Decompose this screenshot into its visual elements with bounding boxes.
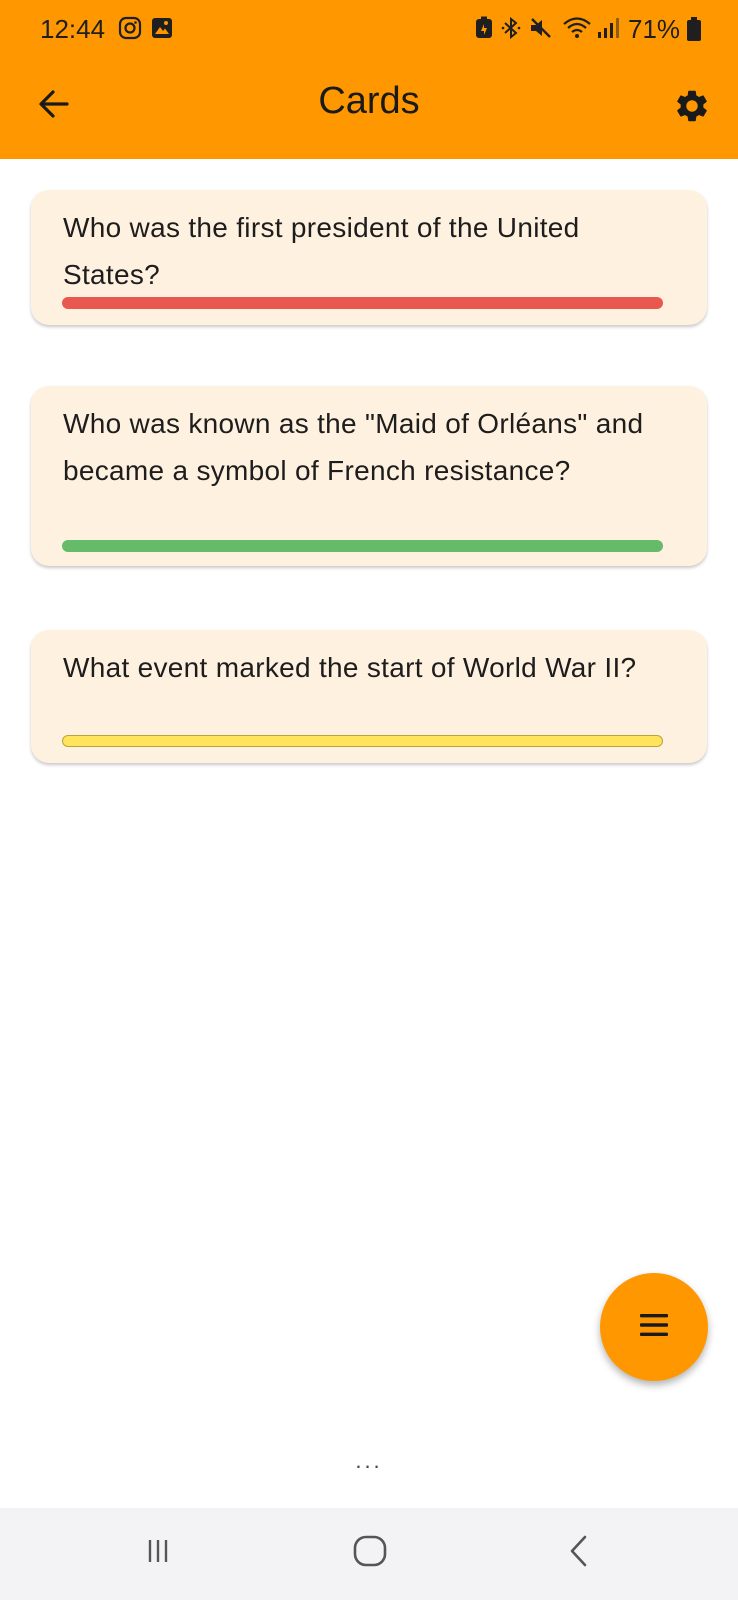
card-question: Who was the first president of the Unite… <box>63 212 580 290</box>
settings-button[interactable] <box>668 84 716 132</box>
gallery-icon <box>150 16 174 45</box>
progress-bar-yellow <box>62 735 663 747</box>
wifi-icon <box>562 16 592 45</box>
system-nav-bar <box>0 1508 738 1600</box>
question-card-2[interactable]: Who was known as the "Maid of Orléans" a… <box>31 386 707 566</box>
question-card-1[interactable]: Who was the first president of the Unite… <box>31 190 707 325</box>
battery-icon <box>686 16 702 47</box>
menu-fab[interactable] <box>600 1273 708 1381</box>
home-button[interactable] <box>340 1528 400 1578</box>
signal-icon <box>596 16 620 45</box>
recents-button[interactable] <box>128 1528 188 1578</box>
battery-saver-icon <box>474 16 494 45</box>
question-card-3[interactable]: What event marked the start of World War… <box>31 630 707 763</box>
status-time: 12:44 <box>40 14 106 44</box>
home-icon <box>352 1534 388 1573</box>
battery-percent: 71% <box>628 14 681 44</box>
page-title: Cards <box>318 80 420 122</box>
card-question: What event marked the start of World War… <box>63 652 637 683</box>
recents-icon <box>143 1536 173 1571</box>
back-icon <box>565 1534 595 1573</box>
pager-dots: ... <box>355 1448 383 1473</box>
bluetooth-icon <box>500 16 522 45</box>
gear-icon <box>673 87 711 130</box>
nav-back-button[interactable] <box>550 1528 610 1578</box>
status-bar: 12:44 71% <box>0 0 738 58</box>
mute-icon <box>528 16 554 45</box>
menu-icon <box>636 1310 672 1345</box>
card-question: Who was known as the "Maid of Orléans" a… <box>63 408 644 486</box>
progress-bar-green <box>62 540 663 552</box>
progress-bar-red <box>62 297 663 309</box>
instagram-icon <box>118 16 142 45</box>
